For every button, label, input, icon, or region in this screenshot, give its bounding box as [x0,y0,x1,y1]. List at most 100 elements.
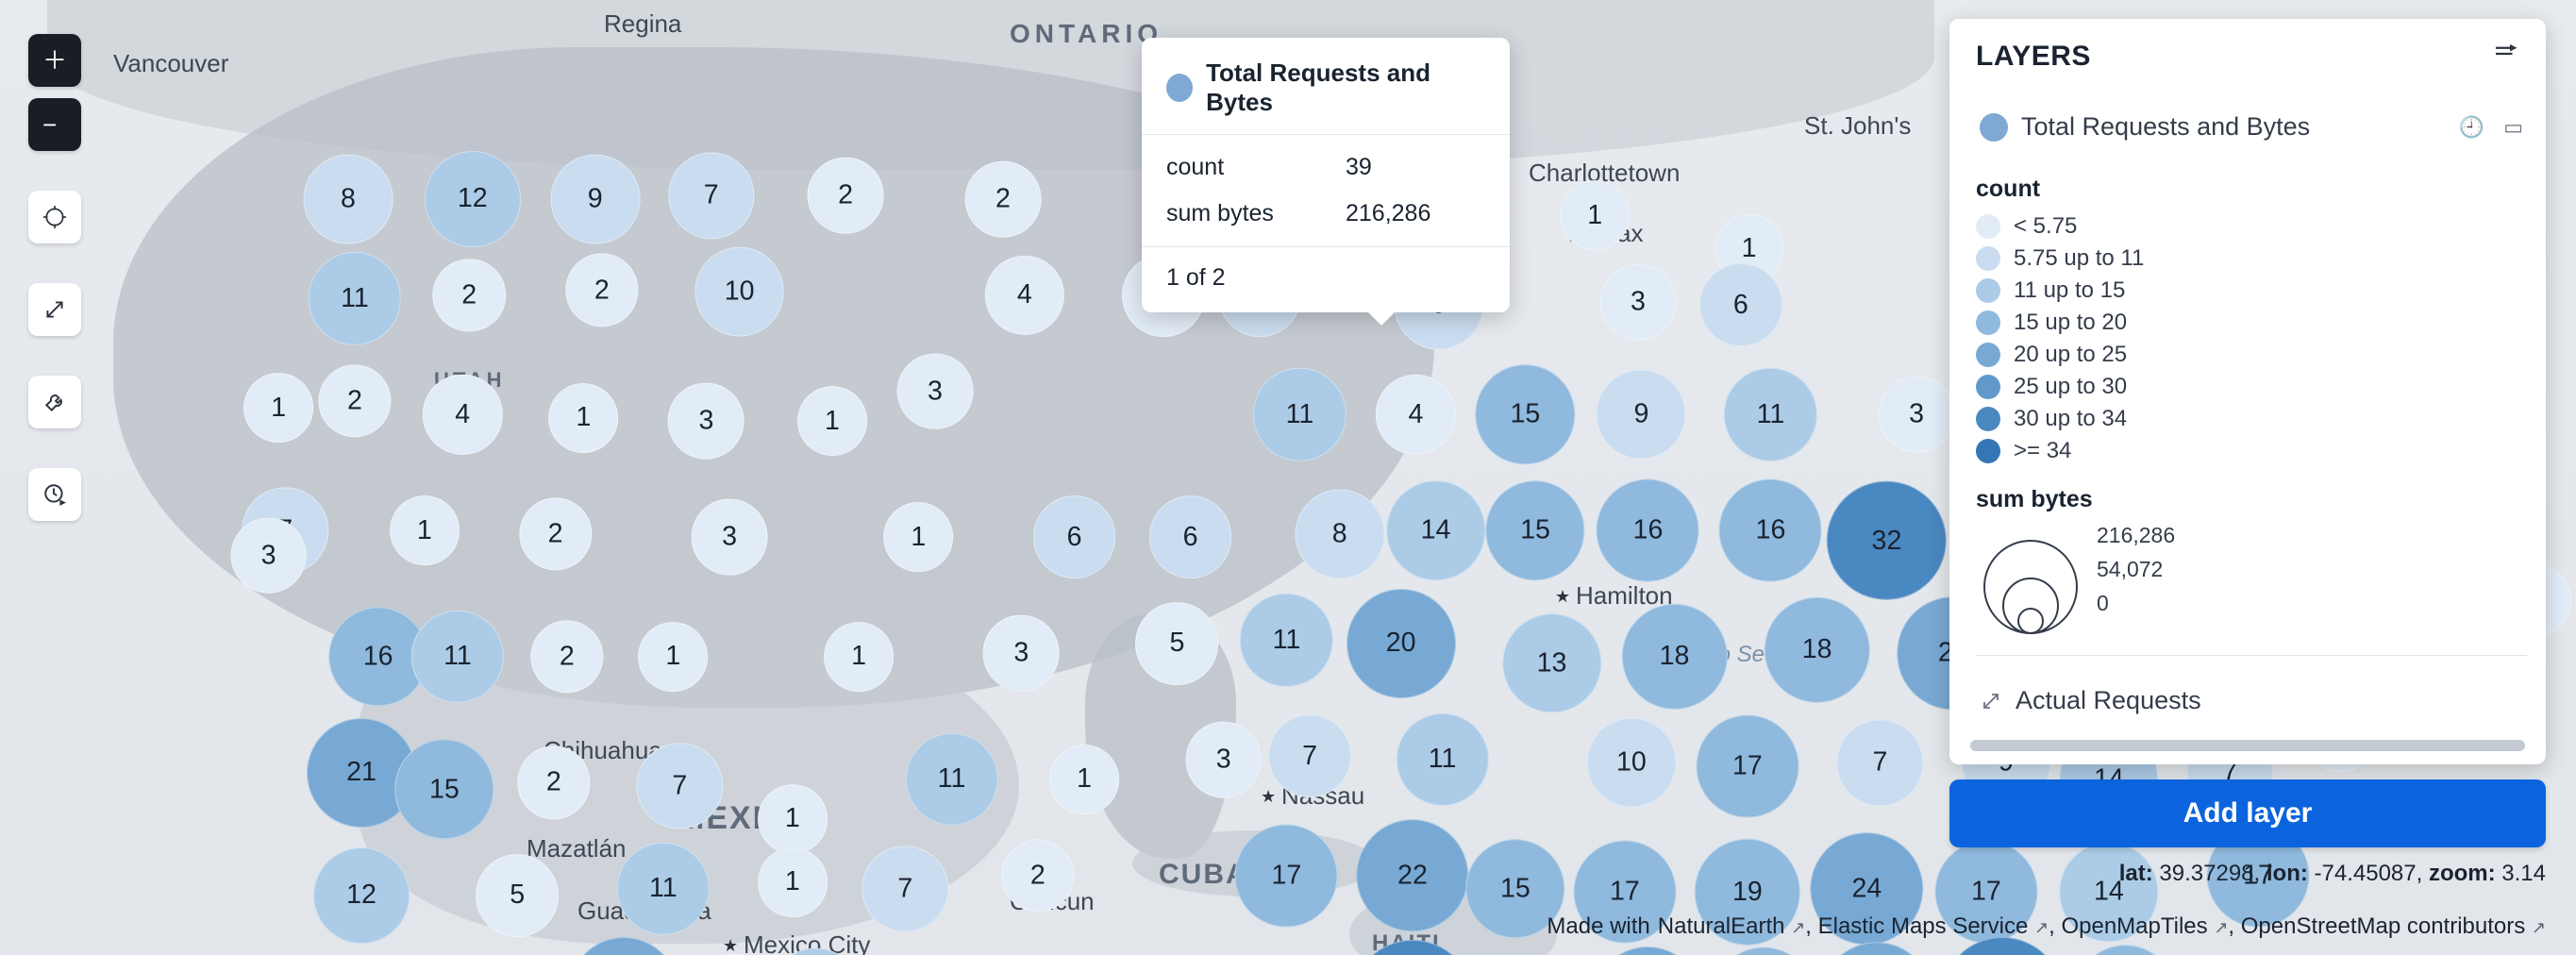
cluster-marker[interactable]: 6 [1149,495,1232,578]
collapse-panel-button[interactable] [2491,40,2519,73]
cluster-marker[interactable]: 3 [897,353,974,429]
cluster-marker[interactable]: 1 [1049,745,1119,814]
attribution-link[interactable]: NaturalEarth [1658,913,1791,939]
cluster-marker[interactable]: 6 [1033,495,1116,578]
attribution-link[interactable]: Elastic Maps Service [1818,913,2034,939]
bounds-icon: ▭ [2503,115,2523,140]
cluster-marker[interactable]: 16 [1713,947,1815,955]
cluster-marker[interactable]: 4 [423,375,502,454]
layer-item-total-requests[interactable]: Total Requests and Bytes 🕘 ▭ [1976,97,2527,157]
cluster-marker[interactable]: 1 [549,383,619,453]
cluster-marker[interactable]: 17 [1235,824,1338,927]
cluster-marker[interactable]: 1 [390,495,460,565]
expand-button[interactable] [28,283,81,336]
cluster-marker[interactable]: 11 [1240,594,1332,686]
cluster-marker[interactable]: 1 [1560,181,1630,251]
attribution-link[interactable]: OpenMapTiles [2061,913,2214,939]
cluster-marker[interactable]: 12 [313,847,410,944]
cluster-marker[interactable]: 3 [668,383,744,460]
cluster-marker[interactable]: 17 [1696,714,1798,817]
cluster-marker[interactable]: 32 [1827,481,1947,601]
cluster-marker[interactable]: 1 [824,622,894,692]
cluster-marker[interactable]: 11 [411,611,504,703]
cluster-marker[interactable]: 7 [1268,714,1351,797]
cluster-marker[interactable]: 2 [433,259,506,331]
cluster-marker[interactable]: 6 [1699,263,1782,346]
cluster-marker[interactable]: 20 [1347,589,1456,698]
cluster-marker[interactable]: 9 [1597,370,1686,460]
cluster-marker[interactable]: 11 [769,948,861,955]
map-controls: ＋ − [28,34,81,521]
cluster-marker[interactable]: 15 [1485,481,1584,580]
cluster-marker[interactable]: 16 [1597,479,1699,582]
cluster-marker[interactable]: 8 [1295,489,1384,578]
cluster-marker[interactable]: 7 [637,743,723,829]
cluster-marker[interactable]: 2 [965,160,1042,237]
zoom-in-button[interactable]: ＋ [28,34,81,87]
cluster-marker[interactable]: 2 [519,497,592,570]
cluster-marker[interactable]: 11 [1724,368,1816,461]
cluster-marker[interactable]: 12 [425,151,521,247]
cluster-marker[interactable]: 18 [1764,597,1869,703]
attribution-link[interactable]: OpenStreetMap contributors [2241,913,2532,939]
cluster-marker[interactable]: 11 [905,733,997,826]
cluster-marker[interactable]: 10 [694,247,784,337]
cluster-marker[interactable]: 3 [692,499,768,576]
cluster-marker[interactable]: 1 [883,502,953,572]
cluster-marker[interactable]: 11 [1396,713,1488,806]
cluster-marker[interactable]: 20 [1593,947,1702,955]
cluster-marker[interactable]: 18 [1621,604,1727,710]
tooltip-pager[interactable]: 1 of 2 [1142,247,1510,312]
cluster-marker[interactable]: 8 [304,154,393,243]
cluster-marker[interactable]: 4 [985,256,1064,335]
cluster-marker[interactable]: 13 [1502,613,1601,712]
cluster-marker[interactable]: 2 [530,620,603,693]
cluster-marker[interactable]: 2 [808,158,884,234]
cluster-marker[interactable]: 11 [309,252,401,344]
cluster-marker[interactable]: 14 [1386,481,1485,580]
cluster-marker[interactable]: 11 [617,843,710,935]
cluster-marker[interactable]: 7 [668,153,754,239]
coordinate-readout: lat: 39.37298, lon: -74.45087, zoom: 3.1… [2119,861,2546,887]
legend-row: 5.75 up to 11 [1976,243,2527,275]
cluster-marker[interactable]: 15 [2076,945,2175,955]
tools-button[interactable] [28,376,81,428]
cluster-marker[interactable]: 1 [758,784,828,854]
cluster-marker[interactable]: 3 [983,615,1060,692]
cluster-marker[interactable]: 1 [797,386,867,456]
cluster-marker[interactable]: 7 [1837,720,1923,806]
cluster-marker[interactable]: 4 [1376,375,1455,454]
cluster-marker[interactable]: 15 [394,740,493,839]
cluster-marker[interactable]: 15 [1476,365,1575,464]
cluster-marker[interactable]: 5 [1136,602,1219,685]
cluster-marker[interactable]: 1 [638,622,708,692]
cluster-marker[interactable]: 3 [1185,721,1262,797]
cluster-marker[interactable]: 2 [565,254,638,327]
cluster-marker[interactable]: 21 [569,937,678,955]
legend-sumbytes-diagram: 216,286 54,072 0 [1976,521,2527,634]
cluster-marker[interactable]: 9 [550,154,640,243]
cluster-marker[interactable]: 22 [1356,819,1468,931]
cluster-marker[interactable]: 16 [1719,479,1822,582]
cluster-marker[interactable]: 1 [243,373,313,443]
cluster-marker[interactable]: 3 [1600,263,1677,340]
cluster-marker[interactable]: 30 [1351,940,1474,955]
cluster-marker[interactable]: 11 [1253,368,1346,461]
cluster-marker[interactable]: 7 [862,846,948,931]
add-layer-button[interactable]: Add layer [1949,779,2546,847]
cluster-marker[interactable]: 5 [476,854,559,937]
collapse-icon [2491,40,2519,68]
cluster-marker[interactable]: 1 [758,847,828,917]
cluster-marker[interactable]: 2 [318,365,391,438]
cluster-marker[interactable]: 23 [1820,942,1932,955]
fit-bounds-button[interactable] [28,191,81,243]
cluster-marker[interactable]: 3 [1879,377,1955,453]
zoom-out-button[interactable]: − [28,98,81,151]
cluster-marker[interactable]: 2 [1001,839,1074,912]
cluster-marker[interactable]: 3 [230,517,307,594]
cluster-marker[interactable]: 10 [1586,718,1676,808]
timeslider-button[interactable] [28,468,81,521]
layer-item-actual-requests[interactable]: Actual Requests [1976,677,2527,734]
cluster-marker[interactable]: 2 [517,746,590,819]
horizontal-scrollbar[interactable] [1970,740,2525,751]
